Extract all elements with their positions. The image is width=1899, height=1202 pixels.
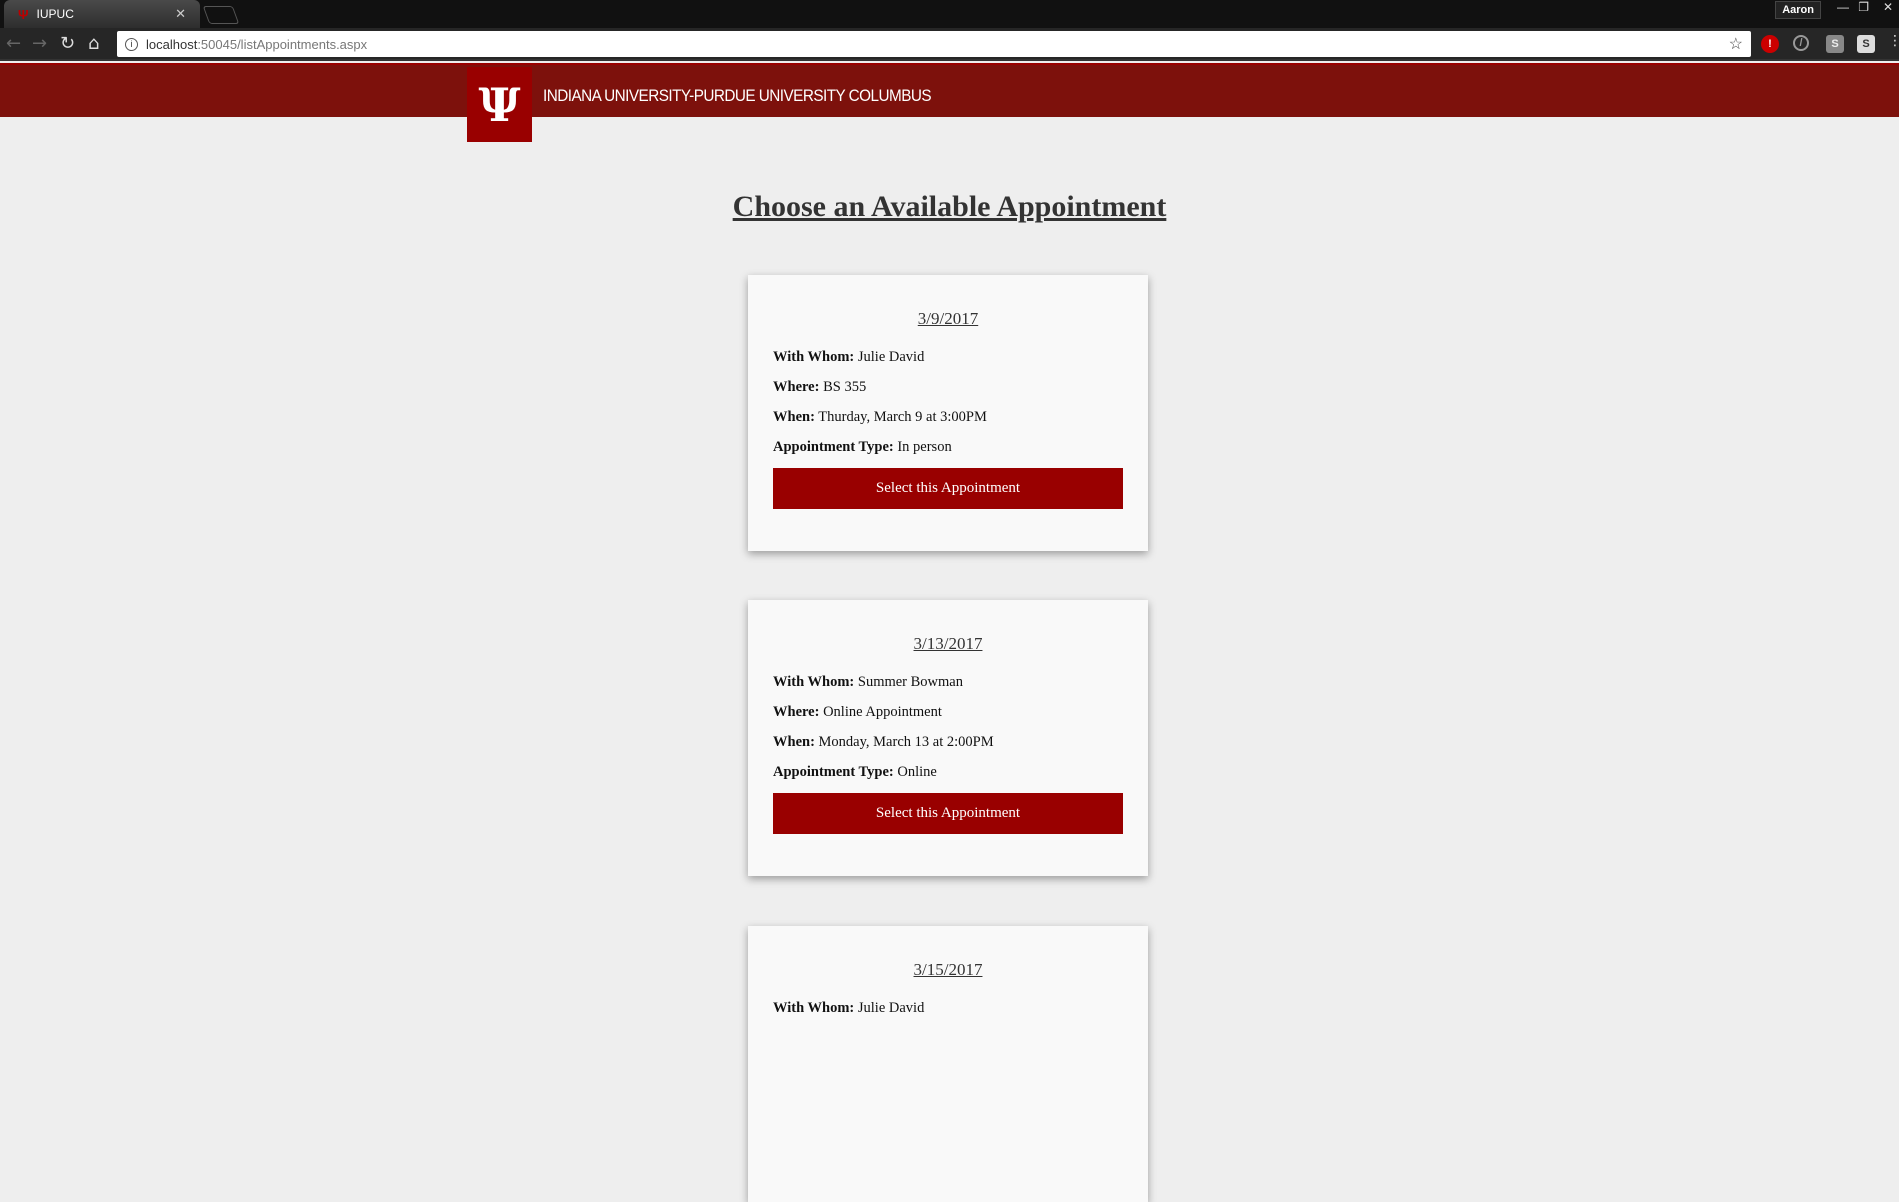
new-tab-button[interactable] <box>202 6 240 24</box>
appointment-date: 3/13/2017 <box>913 634 983 653</box>
url-host: localhost <box>146 36 198 52</box>
iu-favicon-icon: Ψ <box>18 6 29 22</box>
appointment-type-label: Appointment Type: <box>773 764 894 780</box>
appointment-card: 3/13/2017 With Whom: Summer Bowman Where: … <box>748 600 1148 876</box>
select-appointment-button[interactable]: Select this Appointment <box>773 793 1123 834</box>
when-field: When: Thurday, March 9 at 3:00PM <box>773 409 1123 429</box>
browser-tab-strip: Ψ IUPUC ✕ Aaron — ❐ ✕ <box>0 0 1899 28</box>
with-whom-field: With Whom: Summer Bowman <box>773 674 1123 694</box>
where-value: BS 355 <box>823 379 867 395</box>
university-name: INDIANA UNIVERSITY-PURDUE UNIVERSITY COL… <box>543 86 932 105</box>
with-whom-field: With Whom: Julie David <box>773 1000 1123 1020</box>
where-field: Where: BS 355 <box>773 379 1123 399</box>
with-whom-label: With Whom: <box>773 1000 855 1016</box>
with-whom-value: Julie David <box>857 349 925 365</box>
close-tab-icon[interactable]: ✕ <box>175 6 186 22</box>
appointment-date: 3/15/2017 <box>913 960 983 979</box>
extension-adblock-icon[interactable]: ! <box>1761 35 1779 53</box>
site-header <box>0 63 1899 117</box>
minimize-icon[interactable]: — <box>1837 0 1849 14</box>
appointment-type-value: Online <box>897 764 937 780</box>
browser-tab[interactable]: Ψ IUPUC ✕ <box>4 0 200 28</box>
reload-icon[interactable]: ↻ <box>60 33 75 54</box>
iu-logo[interactable]: Ψ <box>467 67 532 142</box>
close-window-icon[interactable]: ✕ <box>1883 0 1893 14</box>
appointment-type-field: Appointment Type: In person <box>773 439 1123 459</box>
extension-s2-icon[interactable]: S <box>1857 35 1875 53</box>
home-icon[interactable]: ⌂ <box>88 33 99 54</box>
where-label: Where: <box>773 704 820 720</box>
profile-button[interactable]: Aaron <box>1775 1 1821 19</box>
extension-s-icon[interactable]: S <box>1826 35 1844 53</box>
address-bar[interactable]: i localhost:50045/listAppointments.aspx … <box>117 31 1751 57</box>
appointment-card: 3/15/2017 With Whom: Julie David <box>748 926 1148 1202</box>
back-icon[interactable]: ← <box>6 33 21 54</box>
appointment-type-label: Appointment Type: <box>773 439 894 455</box>
with-whom-value: Julie David <box>857 1000 925 1016</box>
when-value: Thurday, March 9 at 3:00PM <box>818 409 987 425</box>
with-whom-label: With Whom: <box>773 349 855 365</box>
when-label: When: <box>773 734 815 750</box>
with-whom-value: Summer Bowman <box>857 674 963 690</box>
url-path: :50045/listAppointments.aspx <box>197 36 368 52</box>
page-title: Choose an Available Appointment <box>732 190 1167 223</box>
where-field: Where: Online Appointment <box>773 704 1123 724</box>
menu-icon[interactable]: ⋮ <box>1888 33 1899 49</box>
browser-toolbar: ← → ↻ ⌂ i localhost:50045/listAppointmen… <box>0 28 1899 61</box>
when-field: When: Monday, March 13 at 2:00PM <box>773 734 1123 754</box>
appointment-card: 3/9/2017 With Whom: Julie David Where: BS … <box>748 275 1148 551</box>
select-appointment-button[interactable]: Select this Appointment <box>773 468 1123 509</box>
with-whom-field: With Whom: Julie David <box>773 349 1123 369</box>
where-label: Where: <box>773 379 820 395</box>
bookmark-star-icon[interactable]: ☆ <box>1729 34 1743 54</box>
when-label: When: <box>773 409 815 425</box>
info-icon[interactable]: i <box>125 37 138 51</box>
extension-block-icon[interactable]: / <box>1793 35 1809 51</box>
appointment-type-value: In person <box>897 439 952 455</box>
where-value: Online Appointment <box>823 704 942 720</box>
when-value: Monday, March 13 at 2:00PM <box>818 734 994 750</box>
appointment-type-field: Appointment Type: Online <box>773 764 1123 784</box>
with-whom-label: With Whom: <box>773 674 855 690</box>
forward-icon[interactable]: → <box>32 33 47 54</box>
restore-icon[interactable]: ❐ <box>1858 0 1869 14</box>
appointment-date: 3/9/2017 <box>917 309 979 328</box>
tab-title: IUPUC <box>36 7 74 21</box>
